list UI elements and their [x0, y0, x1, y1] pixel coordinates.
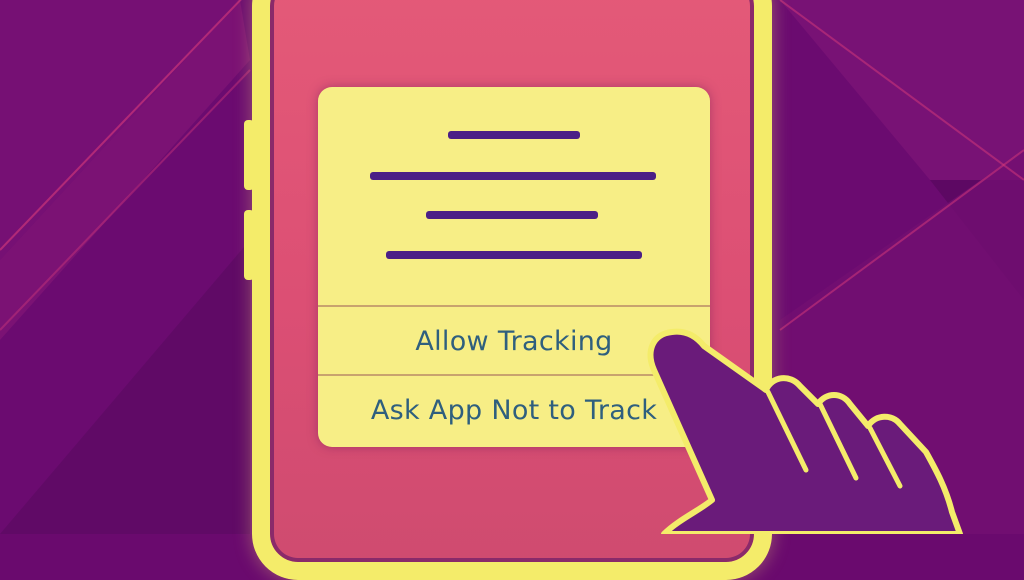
text-line-placeholder [386, 251, 642, 259]
text-line-placeholder [448, 131, 580, 139]
ask-not-to-track-label: Ask App Not to Track [370, 394, 658, 426]
allow-tracking-label: Allow Tracking [415, 325, 613, 357]
phone-side-button [244, 210, 254, 280]
allow-tracking-button[interactable]: Allow Tracking [318, 307, 710, 375]
ask-not-to-track-button[interactable]: Ask App Not to Track [318, 376, 710, 444]
text-line-placeholder [370, 172, 656, 180]
text-line-placeholder [426, 211, 598, 219]
tracking-permission-dialog: Allow Tracking Ask App Not to Track [318, 87, 710, 447]
phone-side-button [244, 120, 254, 190]
